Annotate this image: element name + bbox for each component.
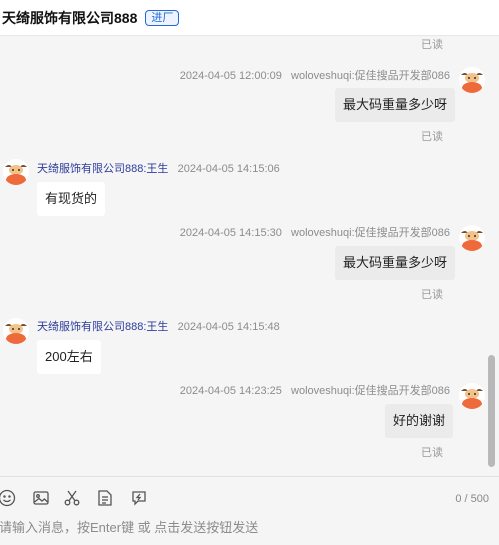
- message-bubble[interactable]: 好的谢谢: [385, 404, 454, 438]
- message-list[interactable]: 已读 2024-04-05 12:00:09 woloveshuqi:促佳搜品开…: [0, 36, 499, 476]
- read-status: 已读: [421, 131, 443, 143]
- avatar[interactable]: [459, 67, 485, 93]
- avatar[interactable]: [3, 159, 29, 185]
- message-meta: 2024-04-05 12:00:09 woloveshuqi:促佳搜品开发部0…: [180, 67, 450, 83]
- message-bubble[interactable]: 200左右: [37, 340, 101, 374]
- status-badge[interactable]: 进厂: [145, 9, 180, 26]
- message-sender: 天绮服饰有限公司888:王生: [37, 321, 169, 333]
- chat-title: 天绮服饰有限公司888: [2, 9, 138, 26]
- message-time: 2024-04-05 14:15:48: [177, 321, 280, 333]
- cow-avatar-icon: [459, 225, 485, 251]
- cow-avatar-icon: [459, 383, 485, 409]
- avatar[interactable]: [459, 225, 485, 251]
- cow-avatar-icon: [3, 318, 29, 344]
- message-sender: 天绮服饰有限公司888:王生: [37, 163, 169, 175]
- message-bubble[interactable]: 最大码重量多少呀: [335, 88, 456, 122]
- message-bubble[interactable]: 有现货的: [37, 182, 106, 216]
- cow-avatar-icon: [459, 67, 485, 93]
- avatar[interactable]: [3, 318, 29, 344]
- scissors-icon[interactable]: [63, 489, 81, 507]
- scrollbar-thumb[interactable]: [488, 355, 495, 467]
- emoji-icon[interactable]: [0, 489, 16, 507]
- message-time: 2024-04-05 12:00:09: [179, 70, 282, 82]
- document-icon[interactable]: [96, 489, 114, 507]
- avatar[interactable]: [459, 383, 485, 409]
- read-status: 已读: [421, 39, 443, 51]
- message-sender: woloveshuqi:促佳搜品开发部086: [291, 227, 450, 239]
- chat-header: 天绮服饰有限公司888 进厂: [0, 0, 499, 36]
- image-icon[interactable]: [32, 489, 50, 507]
- message-meta: 天绮服饰有限公司888:王生 2024-04-05 14:15:06: [37, 160, 280, 176]
- composer-toolbar: 0 / 500: [0, 476, 499, 512]
- message-bubble[interactable]: 最大码重量多少呀: [335, 246, 456, 280]
- cow-avatar-icon: [3, 159, 29, 185]
- message-meta: 2024-04-05 14:23:25 woloveshuqi:促佳搜品开发部0…: [180, 382, 450, 398]
- character-counter: 0 / 500: [455, 493, 489, 505]
- message-time: 2024-04-05 14:23:25: [179, 385, 282, 397]
- message-input[interactable]: [0, 512, 479, 542]
- message-meta: 2024-04-05 14:15:30 woloveshuqi:促佳搜品开发部0…: [180, 224, 450, 240]
- message-sender: woloveshuqi:促佳搜品开发部086: [291, 70, 450, 82]
- message-sender: woloveshuqi:促佳搜品开发部086: [291, 385, 450, 397]
- read-status: 已读: [421, 447, 443, 459]
- message-time: 2024-04-05 14:15:06: [177, 163, 280, 175]
- quick-reply-icon[interactable]: [130, 489, 148, 507]
- message-time: 2024-04-05 14:15:30: [179, 227, 282, 239]
- read-status: 已读: [421, 289, 443, 301]
- message-meta: 天绮服饰有限公司888:王生 2024-04-05 14:15:48: [37, 318, 280, 334]
